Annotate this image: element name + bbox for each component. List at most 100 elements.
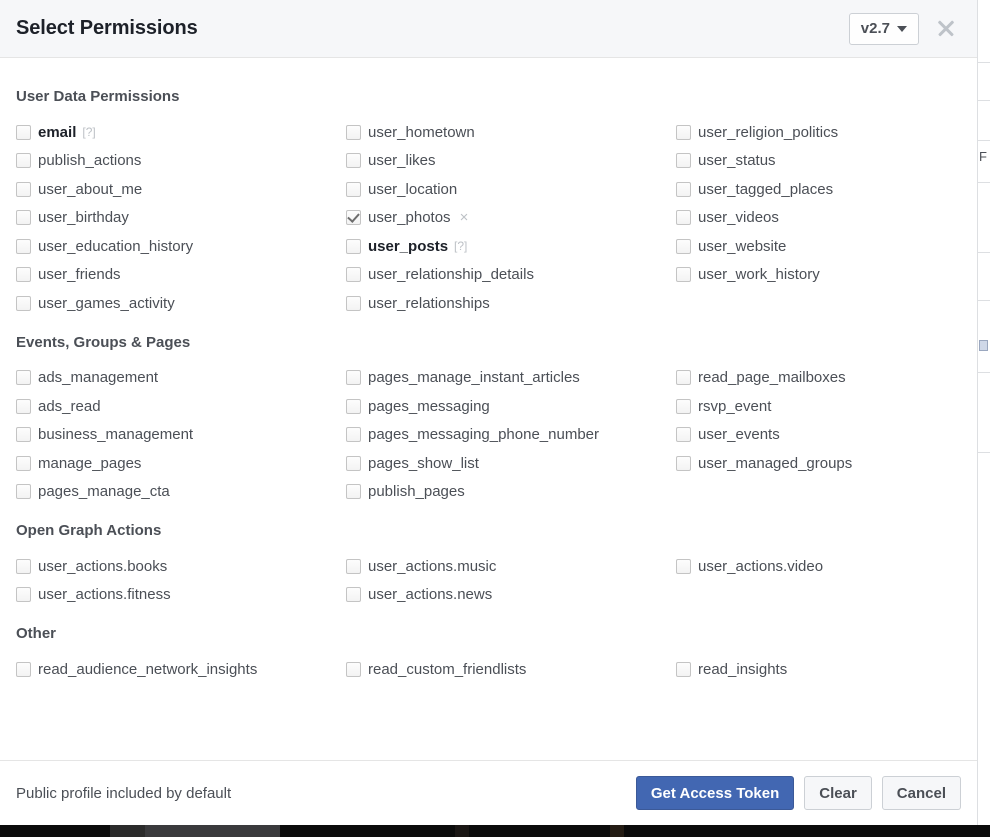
permission-item[interactable]: user_friends	[16, 261, 346, 290]
permission-checkbox[interactable]	[676, 267, 691, 283]
permission-label: user_religion_politics	[698, 123, 839, 141]
permission-item[interactable]: rsvp_event	[676, 392, 961, 421]
permission-item[interactable]: user_managed_groups	[676, 449, 961, 478]
permission-item[interactable]: user_tagged_places	[676, 175, 961, 204]
permission-item[interactable]: user_actions.fitness	[16, 581, 346, 610]
permission-item[interactable]: user_posts [?]	[346, 232, 676, 261]
permission-checkbox[interactable]	[346, 238, 361, 254]
permission-item[interactable]: user_games_activity	[16, 289, 346, 318]
permission-label: user_relationships	[368, 294, 490, 312]
permission-item[interactable]: user_videos	[676, 204, 961, 233]
permission-item[interactable]: email [?]	[16, 118, 346, 147]
permission-checkbox[interactable]	[346, 370, 361, 386]
permission-item[interactable]: user_about_me	[16, 175, 346, 204]
permission-checkbox[interactable]	[16, 210, 31, 226]
dialog-footer: Public profile included by default Get A…	[0, 760, 977, 825]
permission-label: read_custom_friendlists	[368, 660, 527, 678]
permission-checkbox[interactable]	[676, 210, 691, 226]
grid-spacer	[676, 581, 961, 610]
permission-checkbox[interactable]	[676, 558, 691, 574]
help-icon[interactable]: [?]	[82, 125, 95, 139]
permission-checkbox[interactable]	[676, 661, 691, 677]
permission-item[interactable]: user_events	[676, 421, 961, 450]
permission-checkbox[interactable]	[16, 295, 31, 311]
clear-button[interactable]: Clear	[804, 776, 872, 810]
permission-checkbox[interactable]	[676, 181, 691, 197]
permission-checkbox[interactable]	[346, 124, 361, 140]
permission-checkbox[interactable]	[346, 484, 361, 500]
permission-checkbox[interactable]	[16, 455, 31, 471]
permission-item[interactable]: user_hometown	[346, 118, 676, 147]
permission-item[interactable]: pages_show_list	[346, 449, 676, 478]
permission-checkbox[interactable]	[346, 587, 361, 603]
permission-checkbox[interactable]	[346, 210, 361, 226]
permission-checkbox[interactable]	[676, 238, 691, 254]
permission-item[interactable]: publish_pages	[346, 478, 676, 507]
permission-item[interactable]: user_work_history	[676, 261, 961, 290]
permission-checkbox[interactable]	[16, 587, 31, 603]
permission-item[interactable]: user_actions.video	[676, 552, 961, 581]
permission-item[interactable]: user_relationships	[346, 289, 676, 318]
permission-checkbox[interactable]	[676, 124, 691, 140]
permission-item[interactable]: ads_read	[16, 392, 346, 421]
permission-item[interactable]: pages_messaging	[346, 392, 676, 421]
permission-checkbox[interactable]	[16, 238, 31, 254]
permission-checkbox[interactable]	[346, 427, 361, 443]
permission-checkbox[interactable]	[16, 398, 31, 414]
permission-item[interactable]: user_status	[676, 147, 961, 176]
permission-checkbox[interactable]	[346, 398, 361, 414]
permission-item[interactable]: user_likes	[346, 147, 676, 176]
permission-checkbox[interactable]	[16, 427, 31, 443]
close-icon[interactable]	[929, 12, 963, 46]
permission-checkbox[interactable]	[346, 455, 361, 471]
permission-item[interactable]: user_religion_politics	[676, 118, 961, 147]
permission-item[interactable]: user_actions.books	[16, 552, 346, 581]
permission-checkbox[interactable]	[16, 661, 31, 677]
permission-label: user_actions.video	[698, 557, 824, 575]
permission-item[interactable]: user_education_history	[16, 232, 346, 261]
permission-item[interactable]: user_birthday	[16, 204, 346, 233]
permission-item[interactable]: user_relationship_details	[346, 261, 676, 290]
permission-item[interactable]: user_actions.music	[346, 552, 676, 581]
permission-item[interactable]: business_management	[16, 421, 346, 450]
permission-item[interactable]: read_audience_network_insights	[16, 655, 346, 684]
permission-item[interactable]: pages_manage_cta	[16, 478, 346, 507]
permission-checkbox[interactable]	[346, 181, 361, 197]
permission-item[interactable]: pages_manage_instant_articles	[346, 364, 676, 393]
permission-checkbox[interactable]	[676, 370, 691, 386]
permission-checkbox[interactable]	[676, 455, 691, 471]
permission-checkbox[interactable]	[676, 153, 691, 169]
permission-checkbox[interactable]	[346, 295, 361, 311]
permission-item[interactable]: manage_pages	[16, 449, 346, 478]
permission-checkbox[interactable]	[16, 124, 31, 140]
permission-checkbox[interactable]	[16, 181, 31, 197]
permission-checkbox[interactable]	[16, 370, 31, 386]
permission-item[interactable]: ads_management	[16, 364, 346, 393]
permission-checkbox[interactable]	[346, 267, 361, 283]
api-version-dropdown[interactable]: v2.7	[848, 12, 919, 45]
permission-checkbox[interactable]	[16, 267, 31, 283]
permission-item[interactable]: publish_actions	[16, 147, 346, 176]
permission-item[interactable]: user_website	[676, 232, 961, 261]
background-divider	[978, 182, 990, 183]
help-icon[interactable]: [?]	[454, 239, 467, 253]
get-access-token-button[interactable]: Get Access Token	[635, 776, 795, 810]
permission-checkbox[interactable]	[346, 558, 361, 574]
permission-checkbox[interactable]	[346, 661, 361, 677]
permission-item[interactable]: read_custom_friendlists	[346, 655, 676, 684]
background-page-strip: F	[977, 0, 990, 825]
permission-item[interactable]: user_location	[346, 175, 676, 204]
permission-checkbox[interactable]	[16, 558, 31, 574]
permission-checkbox[interactable]	[676, 427, 691, 443]
permission-checkbox[interactable]	[346, 153, 361, 169]
cancel-button[interactable]: Cancel	[881, 776, 961, 810]
permission-item[interactable]: user_actions.news	[346, 581, 676, 610]
permission-checkbox[interactable]	[16, 484, 31, 500]
permission-item[interactable]: user_photos ×	[346, 204, 676, 233]
permission-item[interactable]: pages_messaging_phone_number	[346, 421, 676, 450]
permission-item[interactable]: read_page_mailboxes	[676, 364, 961, 393]
remove-permission-icon[interactable]: ×	[460, 210, 469, 225]
permission-checkbox[interactable]	[676, 398, 691, 414]
permission-checkbox[interactable]	[16, 153, 31, 169]
permission-item[interactable]: read_insights	[676, 655, 961, 684]
